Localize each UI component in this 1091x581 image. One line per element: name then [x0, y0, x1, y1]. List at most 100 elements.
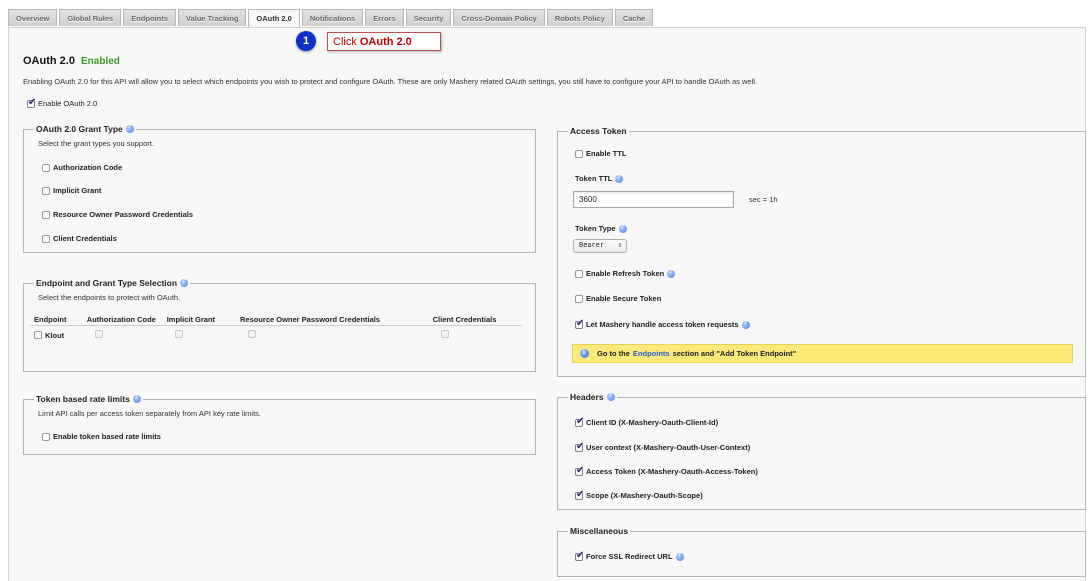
callout-target: OAuth 2.0	[359, 35, 412, 48]
tab-overview[interactable]: Overview	[8, 9, 58, 26]
grant-option-label: Implicit Grant	[53, 186, 102, 195]
info-icon	[580, 349, 589, 358]
status-badge: Enabled	[81, 56, 120, 67]
header-option-row[interactable]: Client ID (X-Mashery-Oauth-Client-Id)	[575, 416, 718, 427]
enable-ttl-row[interactable]: Enable TTL	[575, 149, 626, 158]
endpoint-checkbox[interactable]	[34, 331, 42, 339]
header-option-row[interactable]: Access Token (X-Mashery-Oauth-Access-Tok…	[575, 465, 758, 476]
grant-option-label: Authorization Code	[53, 163, 123, 172]
secure-token-checkbox[interactable]	[575, 294, 583, 303]
force-ssl-checkbox[interactable]	[575, 550, 584, 561]
grant-option-label: Client Credentials	[53, 234, 117, 243]
tab-robots-policy[interactable]: Robots Policy	[546, 9, 613, 26]
token-type-select[interactable]: Bearer ⇕	[573, 239, 627, 253]
table-cell	[429, 326, 522, 345]
token-type-label: Token Type	[575, 224, 616, 233]
mashery-handle-row[interactable]: Let Mashery handle access token requests	[575, 318, 750, 329]
refresh-token-row[interactable]: Enable Refresh Token	[575, 269, 676, 278]
implicit-grant-checkbox[interactable]	[42, 186, 50, 195]
help-icon[interactable]	[667, 269, 676, 278]
token-ttl-hint: sec = 1h	[749, 195, 778, 204]
header-option-row[interactable]: User context (X-Mashery-Oauth-User-Conte…	[575, 441, 751, 452]
grant-type-legend: OAuth 2.0 Grant Type	[34, 124, 136, 134]
help-icon[interactable]	[606, 392, 615, 401]
table-row: Klout	[30, 326, 522, 345]
authorization-code-cell-checkbox[interactable]	[94, 330, 103, 338]
user-context-header-checkbox[interactable]	[575, 441, 584, 452]
notice-prefix: Go to the	[597, 349, 630, 358]
enable-ttl-checkbox[interactable]	[575, 149, 583, 158]
help-icon[interactable]	[180, 278, 189, 287]
headers-section: Headers Client ID (X-Mashery-Oauth-Clien…	[557, 392, 1086, 510]
grant-type-subtitle: Select the grant types you support.	[38, 139, 154, 148]
header-option-label: User context (X-Mashery-Oauth-User-Conte…	[586, 443, 751, 452]
access-token-legend: Access Token	[568, 126, 629, 136]
tab-cache[interactable]: Cache	[614, 9, 654, 26]
enable-oauth-checkbox[interactable]	[27, 97, 36, 108]
tab-cross-domain-policy[interactable]: Cross-Domain Policy	[453, 9, 545, 26]
column-header: Authorization Code	[86, 315, 156, 324]
token-ttl-input[interactable]: 3600	[573, 191, 734, 208]
column-header: Implicit Grant	[166, 315, 216, 324]
rate-limits-title: Token based rate limits	[36, 394, 130, 404]
help-icon[interactable]	[125, 124, 134, 133]
column-header: Endpoint	[34, 315, 67, 324]
authorization-code-checkbox[interactable]	[42, 163, 50, 172]
client-credentials-checkbox[interactable]	[42, 234, 50, 243]
secure-token-row[interactable]: Enable Secure Token	[575, 294, 661, 303]
rate-limits-checkbox[interactable]	[42, 432, 50, 441]
notice-suffix: section and "Add Token Endpoint"	[672, 349, 797, 358]
refresh-token-checkbox[interactable]	[575, 269, 583, 278]
tab-value-tracking[interactable]: Value Tracking	[177, 9, 247, 26]
misc-legend: Miscellaneous	[568, 526, 631, 536]
tab-endpoints[interactable]: Endpoints	[123, 9, 176, 26]
header-option-label: Access Token (X-Mashery-Oauth-Access-Tok…	[586, 467, 758, 476]
help-icon[interactable]	[615, 174, 624, 183]
help-icon[interactable]	[741, 320, 750, 329]
endpoint-selection-subtitle: Select the endpoints to protect with OAu…	[38, 293, 181, 302]
tab-global-rules[interactable]: Global Rules	[59, 9, 122, 26]
grant-option-row[interactable]: Client Credentials	[42, 234, 117, 243]
token-type-label-row: Token Type	[575, 224, 627, 233]
rate-limits-legend: Token based rate limits	[34, 394, 143, 404]
resource-owner-checkbox[interactable]	[42, 210, 50, 219]
endpoint-grant-table: Endpoint Authorization Code Implicit Gra…	[30, 314, 522, 344]
grant-option-row[interactable]: Authorization Code	[42, 163, 122, 172]
scope-header-checkbox[interactable]	[575, 489, 584, 500]
resource-owner-cell-checkbox[interactable]	[247, 330, 256, 338]
implicit-grant-cell-checkbox[interactable]	[174, 330, 183, 338]
force-ssl-row[interactable]: Force SSL Redirect URL	[575, 550, 684, 561]
table-cell	[236, 326, 429, 345]
access-token-header-checkbox[interactable]	[575, 465, 584, 476]
enable-oauth-label: Enable OAuth 2.0	[38, 99, 98, 108]
client-credentials-cell-checkbox[interactable]	[440, 330, 449, 338]
grant-option-row[interactable]: Implicit Grant	[42, 186, 101, 195]
page-title-text: OAuth 2.0	[23, 55, 75, 67]
refresh-token-label: Enable Refresh Token	[586, 269, 665, 278]
endpoint-selection-section: Endpoint and Grant Type Selection Select…	[23, 278, 536, 372]
grant-option-row[interactable]: Resource Owner Password Credentials	[42, 210, 193, 219]
enable-oauth-row[interactable]: Enable OAuth 2.0	[27, 97, 98, 108]
access-token-section: Access Token Enable TTL Token TTL 3600 s…	[557, 126, 1086, 377]
mashery-handle-checkbox[interactable]	[575, 318, 584, 329]
help-icon[interactable]	[132, 394, 141, 403]
header-option-row[interactable]: Scope (X-Mashery-Oauth-Scope)	[575, 489, 703, 500]
tab-errors[interactable]: Errors	[365, 9, 404, 26]
token-endpoint-notice: Go to the Endpoints section and "Add Tok…	[572, 344, 1073, 363]
tab-notifications[interactable]: Notifications	[301, 9, 364, 26]
help-icon[interactable]	[675, 552, 684, 561]
endpoint-cell: Klout	[30, 326, 83, 345]
force-ssl-label: Force SSL Redirect URL	[586, 552, 673, 561]
tab-oauth[interactable]: OAuth 2.0	[248, 9, 300, 27]
intro-text: Enabling OAuth 2.0 for this API will all…	[23, 77, 758, 86]
endpoint-selection-legend: Endpoint and Grant Type Selection	[34, 278, 191, 288]
mashery-handle-label: Let Mashery handle access token requests	[586, 320, 739, 329]
help-icon[interactable]	[618, 224, 627, 233]
endpoints-link[interactable]: Endpoints	[633, 349, 670, 358]
rate-limits-subtitle: Limit API calls per access token separat…	[38, 409, 262, 418]
headers-legend: Headers	[568, 392, 617, 402]
grant-type-title: OAuth 2.0 Grant Type	[36, 124, 123, 134]
client-id-header-checkbox[interactable]	[575, 416, 584, 427]
rate-limits-row[interactable]: Enable token based rate limits	[42, 432, 161, 441]
tab-security[interactable]: Security	[405, 9, 452, 26]
